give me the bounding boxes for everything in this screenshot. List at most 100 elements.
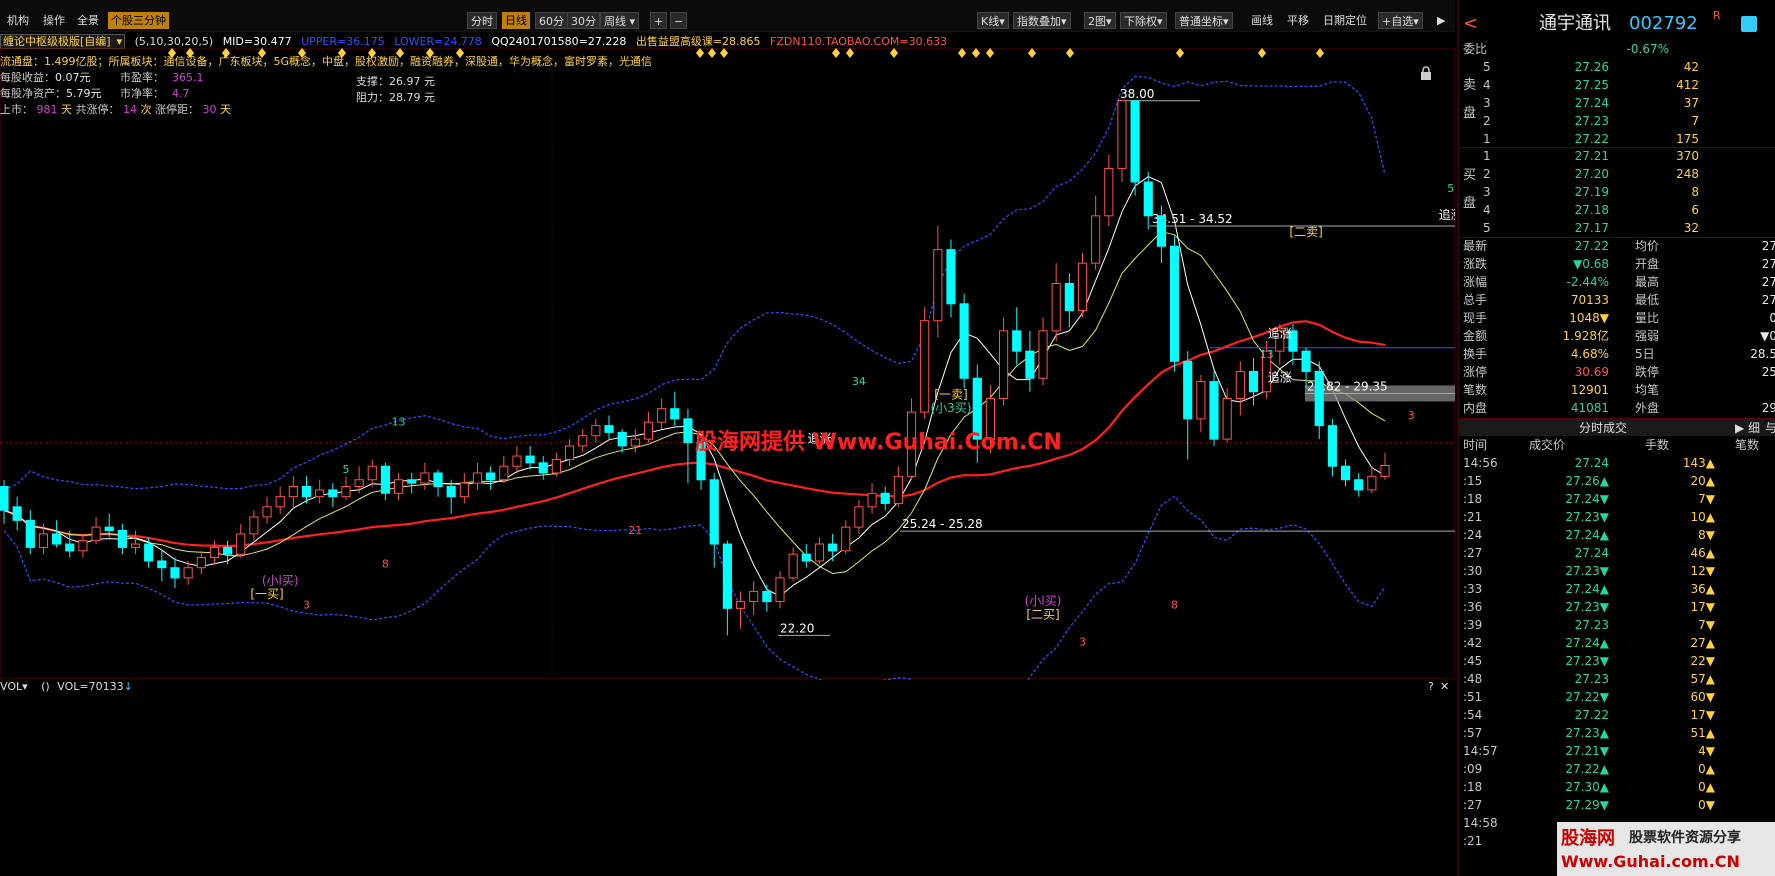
ask-level: 3: [1483, 96, 1491, 110]
candle-body: [0, 486, 9, 511]
close-icon[interactable]: ✕: [1440, 680, 1449, 693]
stat-label: 涨跌: [1463, 257, 1488, 271]
candle-body: [117, 529, 127, 548]
candle-body: [78, 540, 88, 552]
gap-days-unit: 天: [220, 103, 231, 116]
candle-body: [1064, 282, 1074, 312]
zoom-out-button[interactable]: −: [670, 12, 688, 29]
candle-body: [999, 330, 1009, 400]
period-fenshi[interactable]: 分时: [467, 12, 497, 29]
candle-body: [288, 486, 298, 498]
period-daily[interactable]: 日线: [502, 12, 530, 29]
index-overlay-dropdown[interactable]: 指数叠加▾: [1013, 12, 1071, 29]
stat-row: 最新 27.22 均价 27: [1459, 237, 1775, 255]
bid-volume: 6: [1691, 203, 1699, 217]
draw-line-button[interactable]: 画线: [1248, 12, 1276, 29]
stat-label-2: 均价: [1635, 239, 1660, 253]
period-30m[interactable]: 30分: [567, 12, 600, 29]
lock-icon[interactable]: [1420, 66, 1432, 80]
tick-volume: 143▲: [1682, 456, 1715, 470]
tab-jigou[interactable]: 机构: [4, 12, 32, 29]
exright-dropdown[interactable]: 下除权▾: [1120, 12, 1167, 29]
price-level-label: 25.24 - 25.28: [902, 517, 983, 531]
tick-row: :18 27.24▼ 7▼: [1459, 490, 1775, 508]
stat-value: 70133: [1570, 293, 1609, 307]
watchlist-dropdown[interactable]: +自选▾: [1378, 12, 1423, 29]
two-charts-dropdown[interactable]: 2图▾: [1084, 12, 1116, 29]
tick-price: 27.30▲: [1565, 780, 1609, 794]
candle-body: [341, 486, 351, 498]
tick-row: :09 27.22▲ 0▲: [1459, 760, 1775, 778]
date-locate-button[interactable]: 日期定位: [1320, 12, 1370, 29]
weekly-dropdown[interactable]: 周线 ▾: [600, 12, 640, 29]
kline-dropdown[interactable]: K线▾: [977, 12, 1009, 29]
next-stock-button[interactable]: ▶: [1434, 12, 1448, 29]
ask-level: 2: [1483, 114, 1491, 128]
count-label: 13: [392, 416, 406, 429]
back-button[interactable]: <: [1463, 12, 1478, 36]
tab-quanjing[interactable]: 全景: [74, 12, 102, 29]
lower-value: LOWER=24.778: [394, 35, 482, 48]
stat-label: 现手: [1463, 311, 1488, 325]
bid-price: 27.18: [1574, 203, 1609, 217]
help-icon[interactable]: ?: [1428, 680, 1434, 693]
ticks-extra-menu[interactable]: 与: [1765, 419, 1775, 437]
candle-body: [933, 249, 943, 322]
candlestick-chart[interactable]: 38.0022.2034.51 - 34.5225.24 - 25.2828.8…: [0, 48, 1455, 680]
col-volume: 手数: [1645, 438, 1670, 452]
ask-level: 4: [1483, 78, 1491, 92]
candle-body: [393, 479, 404, 494]
candle-body: [617, 431, 627, 447]
ask-level: 1: [1483, 132, 1491, 146]
stat-row: 内盘 41081 外盘 29: [1459, 399, 1775, 417]
tick-price: 27.23: [1574, 618, 1609, 632]
pan-button[interactable]: 平移: [1284, 12, 1312, 29]
coord-dropdown[interactable]: 普通坐标▾: [1175, 12, 1233, 29]
period-60m[interactable]: 60分: [535, 12, 568, 29]
sell-course-value: 出售益盟高级课=28.865: [635, 35, 761, 48]
eps-label: 每股收益：: [0, 71, 55, 84]
listed-days-unit: 天: [61, 103, 72, 116]
candle-body: [38, 533, 49, 548]
ticks-title: 分时成交: [1579, 421, 1628, 435]
pe-label: 市盈率：: [120, 71, 164, 84]
candle-body: [144, 543, 154, 562]
tick-row: :24 27.24▲ 8▼: [1459, 526, 1775, 544]
zoom-in-button[interactable]: +: [650, 12, 668, 29]
ticks-detail-menu[interactable]: ▶ 细: [1735, 419, 1760, 437]
stat-row: 笔数 12901 均笔: [1459, 381, 1775, 399]
indicator-name-dropdown[interactable]: 缠论中枢级极版[自编] ▾: [0, 34, 126, 49]
tick-volume: 8▼: [1698, 528, 1715, 542]
watchlist-label: +自选: [1382, 15, 1414, 28]
menu-icon[interactable]: [1741, 16, 1757, 32]
stat-label: 最新: [1463, 239, 1488, 253]
candle-body: [525, 455, 535, 464]
stat-value-2: 29: [1761, 401, 1775, 415]
candle-body: [1301, 350, 1311, 372]
weekly-label: 周线: [604, 15, 626, 28]
candle-body: [1169, 245, 1180, 362]
tick-volume: 17▼: [1690, 600, 1716, 614]
tick-row: :39 27.23 7▼: [1459, 616, 1775, 634]
candle-body: [1038, 330, 1048, 379]
upper-value: UPPER=36.175: [301, 35, 385, 48]
tick-volume: 36▲: [1690, 582, 1716, 596]
stat-value: 27.22: [1574, 239, 1609, 253]
stat-row: 涨停 30.69 跌停 25: [1459, 363, 1775, 381]
weibi-row: 委比 -0.67%: [1459, 40, 1775, 58]
tick-price: 27.24▼: [1565, 492, 1609, 506]
stat-label: 总手: [1463, 293, 1488, 307]
stat-label-2: 强弱: [1635, 329, 1660, 343]
limit-count-unit: 次: [140, 103, 152, 116]
volume-indicator-dropdown[interactable]: VOL▾: [0, 680, 28, 693]
candle-body: [1091, 215, 1101, 264]
stat-row: 金额 1.928亿 强弱 ▼0: [1459, 327, 1775, 345]
stat-label: 涨停: [1463, 365, 1488, 379]
candle-body: [1117, 100, 1127, 169]
tick-volume: 7▼: [1698, 618, 1715, 632]
tab-three-minute[interactable]: 个股三分钟: [108, 12, 169, 29]
candle-body: [209, 546, 220, 559]
candle-body: [1025, 350, 1035, 379]
tick-time: :51: [1463, 690, 1483, 704]
tab-caozuo[interactable]: 操作: [40, 12, 68, 29]
